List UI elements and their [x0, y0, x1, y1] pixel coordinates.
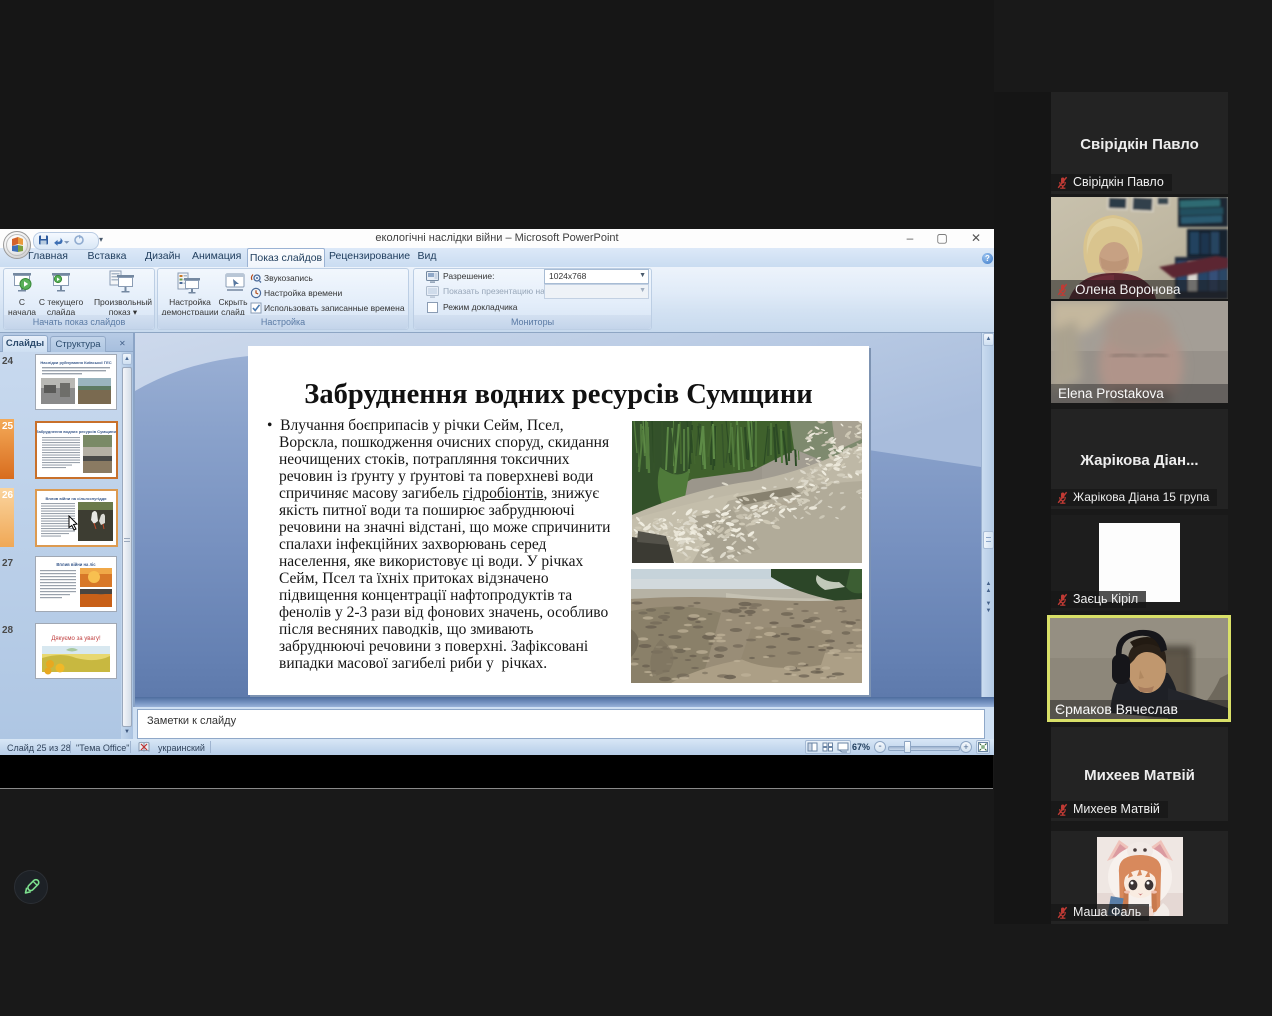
svg-text:Вплив війни на ліс: Вплив війни на ліс [56, 562, 96, 567]
svg-text:Elena Prostakova: Elena Prostakova [1058, 386, 1164, 401]
svg-text:Дякуємо за увагу!: Дякуємо за увагу! [51, 636, 101, 642]
svg-text:Наслідки руйнування Київської: Наслідки руйнування Київської ГЕС [40, 360, 111, 365]
svg-text:Олена Воронова: Олена Воронова [1075, 282, 1181, 297]
svg-text:Забруднення водних ресурсів Су: Забруднення водних ресурсів Сумщини [37, 429, 116, 434]
svg-text:Єрмаков Вячеслав: Єрмаков Вячеслав [1055, 701, 1178, 717]
svg-text:Вплив війни на сільгоспугіддя: Вплив війни на сільгоспугіддя [45, 496, 107, 501]
